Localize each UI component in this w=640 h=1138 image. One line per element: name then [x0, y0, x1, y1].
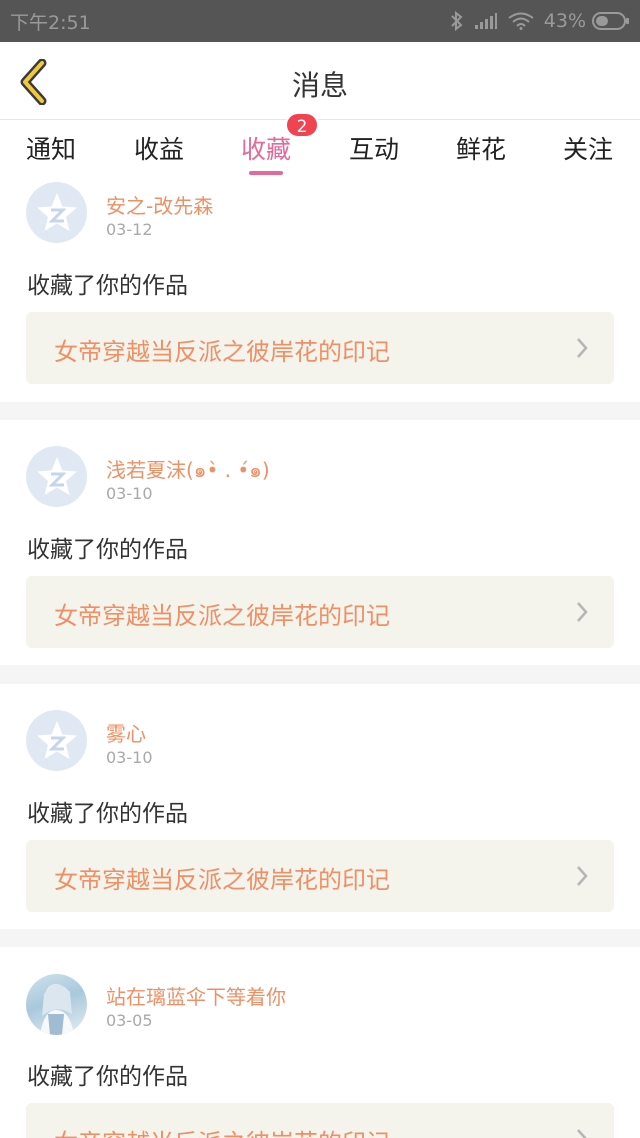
page-title: 消息 [291, 69, 348, 102]
status-time: 下午2:51 [10, 11, 91, 34]
tab-earnings[interactable]: 收益 [134, 130, 184, 166]
default-avatar-icon [36, 720, 77, 759]
action-text: 收藏了你的作品 [27, 801, 188, 827]
list-item: 安之-改先森 03-12 收藏了你的作品 女帝穿越当反派之彼岸花的印记 [0, 176, 640, 402]
action-text: 收藏了你的作品 [27, 537, 188, 563]
tab-favorites[interactable]: 收藏 [241, 130, 291, 166]
notification-list: 安之-改先森 03-12 收藏了你的作品 女帝穿越当反派之彼岸花的印记 浅若夏沫… [0, 176, 640, 1138]
status-bar: 下午2:51 43% [0, 0, 640, 42]
tab-follow[interactable]: 关注 [563, 130, 613, 166]
battery-icon [592, 11, 630, 31]
username[interactable]: 安之-改先森 [106, 190, 213, 219]
list-item: 雾心 03-10 收藏了你的作品 女帝穿越当反派之彼岸花的印记 [0, 684, 640, 929]
avatar[interactable] [26, 446, 87, 507]
avatar[interactable] [26, 182, 87, 243]
favorites-count-badge: 2 [285, 112, 319, 138]
work-title: 女帝穿越当反派之彼岸花的印记 [54, 1123, 390, 1138]
notification-date: 03-10 [106, 748, 153, 767]
user-photo-icon [40, 984, 74, 1035]
tab-notice[interactable]: 通知 [26, 130, 76, 166]
avatar[interactable] [26, 710, 87, 771]
battery-percent: 43% [543, 10, 586, 32]
wifi-icon [508, 12, 534, 30]
chevron-right-icon [577, 1129, 587, 1138]
battery-indicator: 43% [544, 10, 630, 32]
notification-date: 03-12 [106, 220, 153, 239]
action-text: 收藏了你的作品 [27, 1064, 188, 1090]
work-link[interactable]: 女帝穿越当反派之彼岸花的印记 [26, 312, 614, 384]
active-tab-indicator [249, 171, 283, 175]
avatar[interactable] [26, 974, 87, 1035]
list-item: 站在璃蓝伞下等着你 03-05 收藏了你的作品 女帝穿越当反派之彼岸花的印记 [0, 947, 640, 1138]
notification-date: 03-05 [106, 1011, 153, 1030]
work-title: 女帝穿越当反派之彼岸花的印记 [54, 602, 390, 630]
work-link[interactable]: 女帝穿越当反派之彼岸花的印记 [26, 1103, 614, 1138]
username[interactable]: 浅若夏沫(๑•̀ . •́๑) [106, 454, 270, 486]
app-header: 消息 [0, 42, 640, 120]
work-title: 女帝穿越当反派之彼岸花的印记 [54, 866, 390, 894]
tab-interaction[interactable]: 互动 [349, 130, 399, 166]
bluetooth-icon [450, 11, 464, 31]
chevron-right-icon [577, 602, 588, 622]
tab-bar: 通知 收益 收藏 互动 鲜花 关注 [0, 120, 640, 176]
chevron-right-icon [577, 866, 588, 886]
chevron-right-icon [577, 338, 588, 358]
username[interactable]: 站在璃蓝伞下等着你 [106, 981, 286, 1010]
action-text: 收藏了你的作品 [27, 273, 188, 299]
default-avatar-icon [36, 456, 77, 495]
username[interactable]: 雾心 [106, 718, 146, 747]
work-link[interactable]: 女帝穿越当反派之彼岸花的印记 [26, 576, 614, 648]
default-avatar-icon [36, 192, 77, 231]
signal-icon [474, 12, 498, 30]
notification-date: 03-10 [106, 484, 153, 503]
work-link[interactable]: 女帝穿越当反派之彼岸花的印记 [26, 840, 614, 912]
list-item: 浅若夏沫(๑•̀ . •́๑) 03-10 收藏了你的作品 女帝穿越当反派之彼岸… [0, 420, 640, 665]
work-title: 女帝穿越当反派之彼岸花的印记 [54, 338, 390, 366]
tab-flowers[interactable]: 鲜花 [456, 130, 506, 166]
